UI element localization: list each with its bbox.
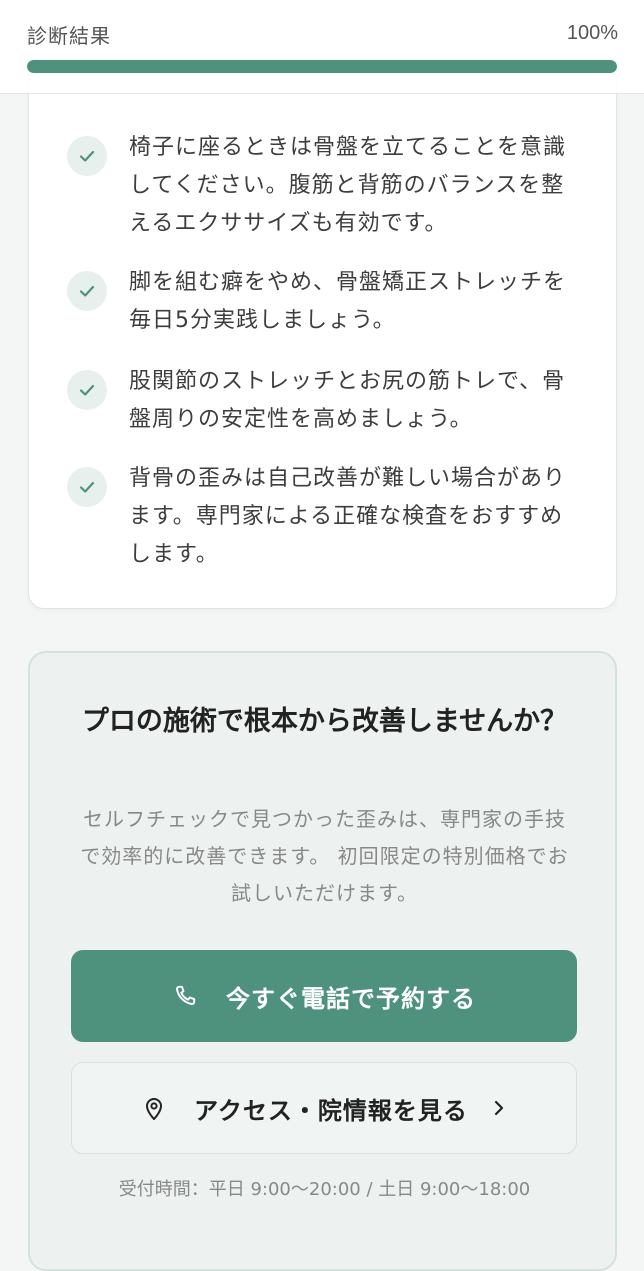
cta-description: セルフチェックで見つかった歪みは、専門家の手技で効率的に改善できます。 初回限定… — [80, 807, 569, 905]
chevron-right-icon — [492, 1099, 506, 1117]
advice-card: 椅子に座るときは骨盤を立てることを意識してください。腹筋と背筋のバランスを整える… — [28, 60, 617, 609]
tip-text: 脚を組む癖をやめ、骨盤矯正ストレッチを毎日5分実践しましょう。 — [129, 270, 567, 333]
cta-title: プロの施術で根本から改善しませんか？ — [81, 706, 568, 737]
map-pin-icon — [142, 1095, 166, 1121]
tip-text: 椅子に座るときは骨盤を立てることを意識してください。腹筋と背筋のバランスを整える… — [129, 135, 567, 236]
tip-text: 背骨の歪みは自己改善が難しい場合があります。専門家による正確な検査をおすすめしま… — [129, 466, 567, 567]
check-icon — [67, 136, 107, 176]
call-reservation-button[interactable]: 今すぐ電話で予約する — [71, 950, 577, 1042]
progress-bar-fill — [27, 60, 617, 73]
cta-card: プロの施術で根本から改善しませんか？ セルフチェックで見つかった歪みは、専門家の… — [28, 651, 617, 1271]
progress-header: 診断結果 100% — [0, 0, 644, 94]
check-icon — [67, 467, 107, 507]
check-icon — [67, 370, 107, 410]
reception-hours: 受付時間：平日 9:00〜20:00 / 土日 9:00〜18:00 — [118, 1179, 531, 1200]
phone-icon — [172, 983, 198, 1009]
tip-text: 股関節のストレッチとお尻の筋トレで、骨盤周りの安定性を高めましょう。 — [129, 369, 566, 432]
progress-bar — [27, 60, 617, 73]
check-icon — [67, 271, 107, 311]
progress-percent: 100% — [566, 22, 618, 44]
call-button-label: 今すぐ電話で予約する — [226, 984, 476, 1013]
page-title: 診断結果 — [27, 24, 111, 48]
access-button-label: アクセス・院情報を見る — [194, 1096, 468, 1125]
access-info-button[interactable]: アクセス・院情報を見る — [71, 1062, 577, 1154]
